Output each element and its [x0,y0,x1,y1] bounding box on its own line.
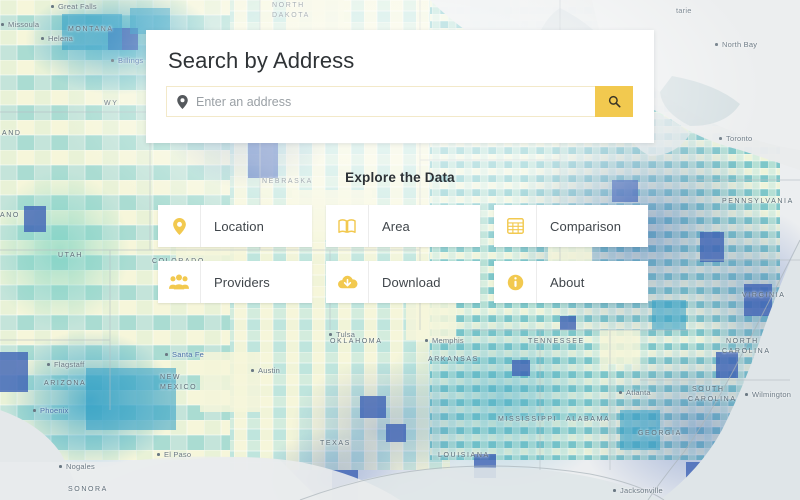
tile-label-about: About [550,274,585,290]
info-circle-icon [494,261,537,303]
map-pin-icon [177,94,188,109]
tile-comparison[interactable]: Comparison [494,205,648,247]
tile-download[interactable]: Download [326,261,480,303]
search-row [166,86,633,117]
table-grid-icon [494,205,537,247]
search-input[interactable] [196,87,595,116]
tile-label-area: Area [382,218,410,234]
search-card: Search by Address [146,30,654,143]
tile-label-download: Download [382,274,441,290]
explore-heading: Explore the Data [345,170,455,185]
map-pin-icon [158,205,201,247]
tile-label-location: Location [214,218,264,234]
tile-label-providers: Providers [214,274,270,290]
search-icon [608,95,621,108]
page-title: Search by Address [168,48,355,73]
cloud-download-icon [326,261,369,303]
tile-location[interactable]: Location [158,205,312,247]
open-map-icon [326,205,369,247]
tile-area[interactable]: Area [326,205,480,247]
explore-tiles: Location Area Comparison Providers Downl… [158,205,648,303]
people-group-icon [158,261,201,303]
search-input-wrapper[interactable] [166,86,595,117]
tile-providers[interactable]: Providers [158,261,312,303]
landing-page: MONTANA NORTH DAKOTA NEBRASKA UTAH COLOR… [0,0,800,500]
tile-label-comparison: Comparison [550,218,622,234]
tile-about[interactable]: About [494,261,648,303]
search-button[interactable] [595,86,633,117]
